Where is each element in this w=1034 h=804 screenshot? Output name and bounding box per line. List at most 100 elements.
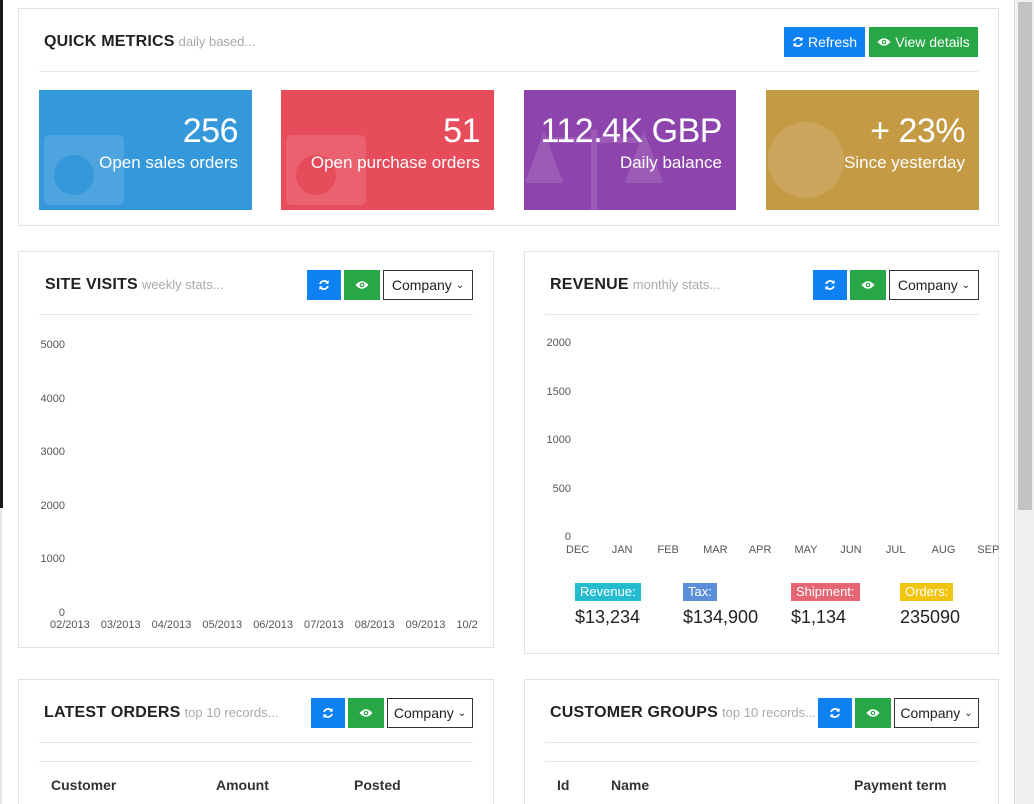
revenue-y-tick-label: 1000 bbox=[546, 434, 571, 446]
eye-icon bbox=[866, 709, 880, 717]
column-header-amount[interactable]: Amount bbox=[216, 777, 269, 793]
metric-tile-daily-balance[interactable]: 112.4K GBP Daily balance bbox=[524, 90, 736, 210]
site-visits-y-tick-label: 2000 bbox=[40, 499, 65, 512]
latest-orders-subtitle: top 10 records... bbox=[184, 705, 279, 720]
eye-icon bbox=[355, 281, 369, 289]
site-visits-y-tick-label: 3000 bbox=[40, 446, 65, 458]
window-edge bbox=[0, 0, 3, 508]
revenue-x-tick-label: APR bbox=[748, 544, 772, 556]
refresh-icon bbox=[323, 708, 333, 718]
revenue-title: REVENUE monthly stats... bbox=[550, 276, 721, 293]
site-visits-y-tick-label: 5000 bbox=[40, 339, 65, 351]
revenue-stat-badge: Revenue: bbox=[575, 583, 641, 601]
metric-caption: Daily balance bbox=[619, 153, 722, 172]
column-header-posted[interactable]: Posted bbox=[354, 777, 401, 793]
column-header-payment-term[interactable]: Payment term bbox=[854, 777, 947, 793]
customer-groups-panel: CUSTOMER GROUPS top 10 records... Company… bbox=[524, 679, 999, 804]
chevron-down-icon: ⌄ bbox=[964, 707, 973, 719]
refresh-icon bbox=[793, 37, 803, 47]
site-visits-x-tick-label: 06/2013 bbox=[253, 619, 293, 631]
chevron-down-icon: ⌄ bbox=[961, 279, 971, 291]
site-visits-divider bbox=[39, 314, 473, 315]
metric-caption: Open purchase orders bbox=[310, 153, 480, 172]
site-visits-x-tick-label: 03/2013 bbox=[100, 619, 141, 631]
quick-metrics-title: QUICK METRICS daily based... bbox=[44, 33, 256, 50]
site-visits-refresh-button[interactable] bbox=[307, 270, 341, 300]
site-visits-panel: SITE VISITS weekly stats... Company ⌄ 5000… bbox=[18, 251, 494, 648]
revenue-stat-value: $13,234 bbox=[575, 607, 641, 627]
customer-groups-view-button[interactable] bbox=[855, 698, 891, 728]
column-header-id[interactable]: Id bbox=[557, 777, 569, 793]
site-visits-y-tick-label: 0 bbox=[58, 606, 65, 619]
latest-orders-panel: LATEST ORDERS top 10 records... Company ⌄ … bbox=[18, 679, 494, 804]
revenue-x-tick-label: JAN bbox=[611, 544, 633, 556]
shipment-stat-value: $1,134 bbox=[791, 607, 847, 627]
scrollbar-thumb[interactable] bbox=[1018, 2, 1032, 510]
latest-orders-title: LATEST ORDERS top 10 records... bbox=[44, 704, 279, 721]
site-visits-title: SITE VISITS weekly stats... bbox=[45, 276, 224, 293]
metric-value: 51 bbox=[443, 112, 480, 150]
revenue-x-tick-label: MAY bbox=[794, 544, 818, 556]
eye-icon bbox=[861, 281, 875, 289]
site-visits-company-dropdown[interactable]: Company ⌄ bbox=[383, 270, 473, 300]
site-visits-x-tick-label: 08/2013 bbox=[354, 619, 395, 631]
revenue-panel: REVENUE monthly stats... Company ⌄ 2000 150… bbox=[524, 251, 999, 654]
column-header-name[interactable]: Name bbox=[611, 777, 649, 793]
site-visits-subtitle: weekly stats... bbox=[141, 277, 224, 292]
window-edge-lower bbox=[0, 508, 2, 804]
revenue-x-tick-label: MAR bbox=[703, 544, 728, 556]
revenue-y-tick-label: 0 bbox=[564, 531, 571, 543]
revenue-y-tick-label: 500 bbox=[552, 482, 571, 495]
metric-caption: Open sales orders bbox=[99, 153, 238, 172]
site-visits-x-tick-label: 04/2013 bbox=[151, 619, 192, 631]
revenue-refresh-button[interactable] bbox=[813, 270, 847, 300]
orders-stat-badge: Orders: bbox=[900, 583, 954, 601]
quick-metrics-panel: QUICK METRICS daily based... Refresh View… bbox=[18, 8, 999, 226]
site-visits-view-button[interactable] bbox=[344, 270, 380, 300]
refresh-icon bbox=[830, 708, 840, 718]
latest-orders-refresh-button[interactable] bbox=[311, 698, 345, 728]
tax-stat-badge: Tax: bbox=[683, 583, 717, 601]
customer-groups-company-dropdown[interactable]: Company ⌄ bbox=[894, 698, 979, 728]
metric-value: 256 bbox=[182, 112, 239, 150]
tax-stat-value: $134,900 bbox=[683, 607, 759, 627]
revenue-x-tick-label: JUN bbox=[840, 544, 862, 556]
site-visits-x-tick-label: 07/2013 bbox=[304, 619, 344, 631]
eye-icon bbox=[877, 38, 891, 46]
site-visits-x-tick-label: 10/2 bbox=[456, 619, 478, 631]
site-visits-y-tick-label: 4000 bbox=[40, 392, 65, 405]
customer-groups-title: CUSTOMER GROUPS top 10 records... bbox=[550, 704, 817, 721]
vertical-scrollbar[interactable] bbox=[1014, 0, 1034, 804]
revenue-view-button[interactable] bbox=[850, 270, 886, 300]
view-details-button[interactable]: View details bbox=[869, 27, 978, 57]
revenue-company-dropdown[interactable]: Company ⌄ bbox=[889, 270, 979, 300]
revenue-x-tick-label: SEP bbox=[977, 544, 1000, 556]
column-header-customer[interactable]: Customer bbox=[51, 777, 116, 793]
revenue-x-tick-label: DEC bbox=[566, 544, 590, 556]
site-visits-x-tick-label: 09/2013 bbox=[405, 619, 446, 631]
revenue-divider bbox=[545, 314, 979, 315]
latest-orders-table-top bbox=[39, 761, 473, 762]
shipment-stat-badge: Shipment: bbox=[791, 583, 860, 601]
customer-groups-divider bbox=[545, 742, 979, 743]
refresh-button[interactable]: Refresh bbox=[784, 27, 865, 57]
site-visits-x-tick-label: 02/2013 bbox=[50, 619, 90, 631]
latest-orders-view-button[interactable] bbox=[348, 698, 384, 728]
metric-tile-sales-orders[interactable]: 256 Open sales orders bbox=[39, 90, 252, 210]
customer-groups-refresh-button[interactable] bbox=[818, 698, 852, 728]
refresh-icon bbox=[319, 280, 329, 290]
chevron-down-icon: ⌄ bbox=[457, 707, 467, 719]
revenue-x-tick-label: JUL bbox=[885, 544, 906, 556]
chevron-down-icon: ⌄ bbox=[455, 279, 465, 291]
revenue-x-tick-label: AUG bbox=[931, 544, 956, 556]
revenue-x-tick-label: FEB bbox=[657, 544, 679, 556]
revenue-subtitle: monthly stats... bbox=[632, 277, 721, 292]
refresh-icon bbox=[825, 280, 835, 290]
metric-tile-purchase-orders[interactable]: 51 Open purchase orders bbox=[281, 90, 494, 210]
latest-orders-company-dropdown[interactable]: Company ⌄ bbox=[387, 698, 473, 728]
latest-orders-divider bbox=[39, 742, 473, 743]
revenue-chart: 2000 1500 1000 500 0 DEC JAN FEB MAR APR MAY JUN JUL… bbox=[525, 332, 1000, 562]
quick-metrics-divider bbox=[39, 71, 978, 72]
metric-value: 112.4K GBP bbox=[540, 112, 723, 150]
metric-tile-since-yesterday[interactable]: + 23% Since yesterday bbox=[766, 90, 979, 210]
